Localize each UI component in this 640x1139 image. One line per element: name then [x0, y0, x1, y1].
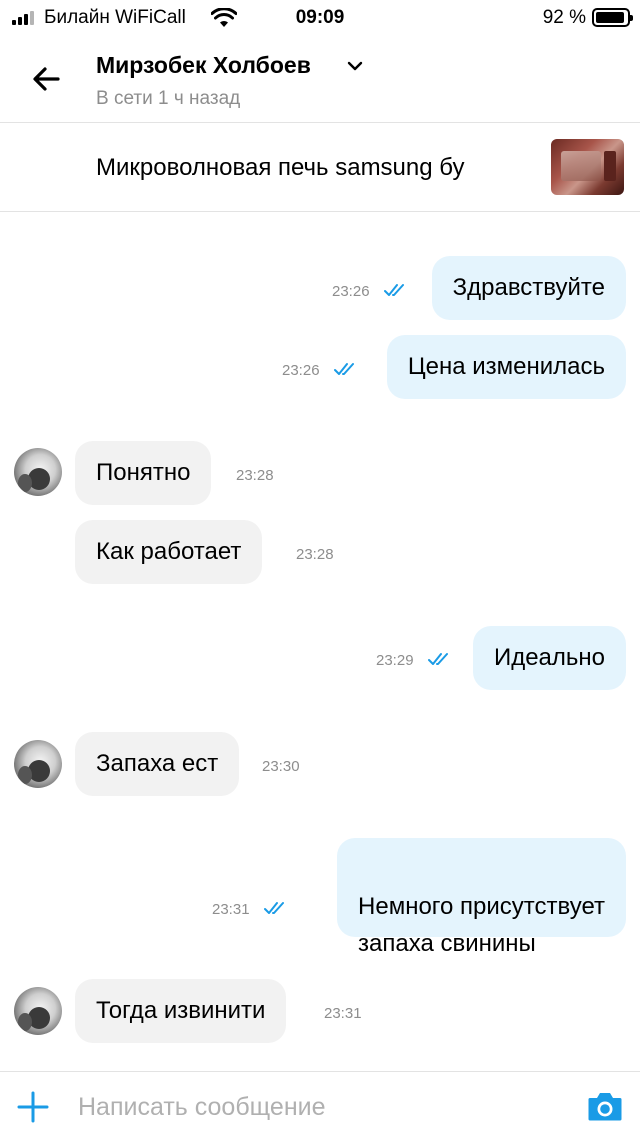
- incoming-message[interactable]: Запаха ест: [75, 732, 240, 796]
- chevron-down-icon[interactable]: [347, 60, 363, 72]
- double-check-icon: [428, 653, 448, 665]
- message-time: 23:28: [236, 467, 274, 484]
- message-text: Идеально: [493, 644, 605, 671]
- message-text: Понятно: [96, 459, 191, 486]
- message-text: Цена изменилась: [407, 353, 605, 380]
- double-check-icon: [264, 902, 284, 914]
- product-banner[interactable]: Микроволновая печь samsung бу: [0, 124, 640, 212]
- message-time: 23:29: [376, 652, 414, 669]
- message-time: 23:31: [212, 901, 250, 918]
- battery-icon: [592, 8, 633, 27]
- battery-percent: 92 %: [542, 7, 586, 28]
- double-check-icon: [334, 363, 354, 375]
- contact-avatar[interactable]: [14, 448, 62, 496]
- status-bar: Билайн WiFiCall 09:09 92 %: [0, 0, 640, 36]
- message-time: 23:31: [324, 1005, 362, 1022]
- outgoing-message[interactable]: Цена изменилась: [386, 335, 626, 399]
- message-time: 23:30: [262, 758, 300, 775]
- message-text: Здравствуйте: [452, 274, 605, 301]
- contact-name[interactable]: Мирзобек Холбоев: [96, 52, 311, 79]
- message-text: Как работает: [96, 538, 242, 565]
- plus-icon[interactable]: [16, 1090, 50, 1124]
- arrow-left-icon[interactable]: [26, 58, 68, 100]
- contact-avatar[interactable]: [14, 740, 62, 788]
- message-composer: [0, 1071, 640, 1139]
- incoming-message[interactable]: Понятно: [75, 441, 212, 505]
- message-text: Тогда извинити: [96, 997, 266, 1024]
- double-check-icon: [384, 284, 404, 296]
- incoming-message[interactable]: Как работает: [75, 520, 263, 584]
- message-text: Немного присутствует запаха свинины: [358, 893, 605, 957]
- incoming-message[interactable]: Тогда извинити: [75, 979, 287, 1043]
- message-text: Запаха ест: [96, 750, 219, 777]
- camera-icon[interactable]: [587, 1089, 623, 1123]
- message-input[interactable]: [78, 1086, 558, 1128]
- outgoing-message[interactable]: Немного присутствует запаха свинины: [337, 838, 626, 957]
- contact-avatar[interactable]: [14, 987, 62, 1035]
- last-seen-status: В сети 1 ч назад: [96, 88, 241, 109]
- product-title[interactable]: Микроволновая печь samsung бу: [96, 154, 464, 182]
- message-time: 23:26: [282, 362, 320, 379]
- outgoing-message[interactable]: Идеально: [472, 626, 626, 690]
- product-thumbnail[interactable]: [551, 139, 624, 195]
- outgoing-message[interactable]: Здравствуйте: [431, 256, 626, 320]
- message-time: 23:28: [296, 546, 334, 563]
- chat-header: Мирзобек Холбоев В сети 1 ч назад: [0, 36, 640, 123]
- message-time: 23:26: [332, 283, 370, 300]
